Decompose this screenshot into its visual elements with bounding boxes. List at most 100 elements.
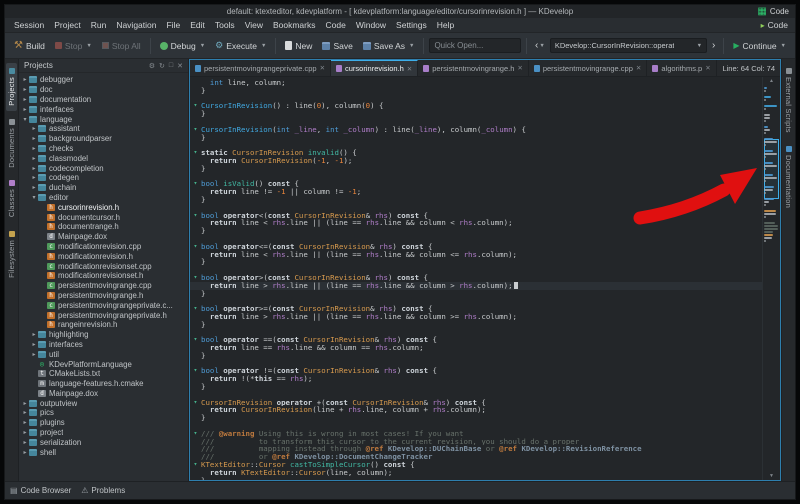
collapse-arrow-icon[interactable]: ▾	[21, 116, 29, 123]
code-line[interactable]: return line == rhs.line && column == rhs…	[190, 344, 762, 352]
code-line[interactable]: }	[190, 258, 762, 266]
code-line[interactable]: ▾ bool operator !=(const CursorInRevision…	[190, 367, 762, 375]
code-line[interactable]: return CursorInRevision(line + rhs.line,…	[190, 406, 762, 414]
tree-item[interactable]: c modificationrevisionset.cpp	[19, 261, 188, 271]
symbol-combobox[interactable]: KDevelop::CursorInRevision::operat ▼	[549, 38, 708, 53]
expand-arrow-icon[interactable]: ▸	[30, 174, 38, 181]
dock-tab-external-scripts[interactable]: External Scripts	[783, 63, 794, 138]
expand-arrow-icon[interactable]: ▸	[21, 400, 29, 407]
code-line[interactable]: return line != -1 || column != -1;	[190, 188, 762, 196]
code-line[interactable]	[190, 360, 762, 368]
code-line[interactable]	[190, 266, 762, 274]
tree-item[interactable]: h rangeinrevision.h	[19, 320, 188, 330]
menu-item-project[interactable]: Project	[49, 20, 85, 30]
code-line[interactable]: }	[190, 352, 762, 360]
close-tab-icon[interactable]: ✕	[320, 64, 325, 72]
tree-item[interactable]: ▾ language	[19, 114, 188, 124]
tree-item[interactable]: ▸ shell	[19, 447, 188, 457]
code-line[interactable]: int line, column;	[190, 79, 762, 87]
menu-item-session[interactable]: Session	[9, 20, 49, 30]
code-line[interactable]: }	[190, 196, 762, 204]
tree-item[interactable]: ▾ editor	[19, 193, 188, 203]
tree-item[interactable]: ▸ pics	[19, 408, 188, 418]
expand-arrow-icon[interactable]: ▸	[21, 106, 29, 113]
fold-arrow-icon[interactable]: ▾	[190, 125, 201, 134]
tree-item[interactable]: ▸ interfaces	[19, 340, 188, 350]
code-line[interactable]	[190, 297, 762, 305]
tree-item[interactable]: ▸ outputview	[19, 398, 188, 408]
close-tab-icon[interactable]: ✕	[636, 64, 641, 72]
code-line[interactable]: ▾ bool operator>(const CursorInRevision& …	[190, 273, 762, 282]
expand-arrow-icon[interactable]: ▸	[21, 429, 29, 436]
tree-item[interactable]: c persistentmovingrange.cpp	[19, 281, 188, 291]
code-line[interactable]: ▾ static CursorInRevision invalid() {	[190, 148, 762, 157]
tree-item[interactable]: ▸ duchain	[19, 183, 188, 193]
close-icon[interactable]: ✕	[177, 62, 183, 70]
tree-item[interactable]: t CMakeLists.txt	[19, 369, 188, 379]
code-line[interactable]: ▾ bool isValid() const {	[190, 180, 762, 188]
tree-item[interactable]: h cursorinrevision.h	[19, 202, 188, 212]
code-line[interactable]: ▾ bool operator<=(const CursorInRevision&…	[190, 242, 762, 251]
fold-arrow-icon[interactable]: ▾	[190, 398, 201, 407]
expand-arrow-icon[interactable]: ▸	[21, 449, 29, 456]
titlebar-area-switcher[interactable]: ▦ Code	[757, 5, 789, 18]
code-line[interactable]	[190, 235, 762, 243]
code-line[interactable]: ▾ CursorInRevision operator +(const Curso…	[190, 398, 762, 407]
new-button[interactable]: New	[281, 39, 316, 53]
close-tab-icon[interactable]: ✕	[407, 65, 412, 73]
tree-item[interactable]: ▸ project	[19, 428, 188, 438]
code-line[interactable]: }	[190, 321, 762, 329]
menu-item-run[interactable]: Run	[86, 20, 112, 30]
code-line[interactable]: return line < rhs.line || (line == rhs.l…	[190, 219, 762, 227]
navigate-forward-button[interactable]: ›	[709, 40, 718, 51]
code-line[interactable]: }	[190, 165, 762, 173]
menu-item-bookmarks[interactable]: Bookmarks	[268, 20, 321, 30]
code-line[interactable]: ▾ bool operator<(const CursorInRevision& …	[190, 211, 762, 220]
expand-arrow-icon[interactable]: ▸	[30, 184, 38, 191]
fold-arrow-icon[interactable]: ▾	[190, 335, 201, 344]
code-line[interactable]: return line < rhs.line || (line == rhs.l…	[190, 251, 762, 259]
navigate-back-button[interactable]: ‹ ▼	[532, 40, 548, 51]
titlebar[interactable]: default: ktexteditor, kdevplatform - [ k…	[5, 5, 795, 18]
detach-icon[interactable]: □	[169, 62, 173, 70]
expand-arrow-icon[interactable]: ▸	[30, 341, 38, 348]
stop-all-button[interactable]: Stop All	[98, 39, 145, 53]
tree-item[interactable]: h modificationrevision.h	[19, 251, 188, 261]
expand-arrow-icon[interactable]: ▸	[21, 96, 29, 103]
code-line[interactable]: }	[190, 110, 762, 118]
tree-item[interactable]: c persistentmovingrangeprivate.c...	[19, 300, 188, 310]
editor-tab[interactable]: cursorinrevision.h ✕	[331, 60, 419, 76]
code-line[interactable]: ▾/// @warning Using this is wrong in mos…	[190, 429, 762, 438]
code-area[interactable]: int line, column;} ▾ CursorInRevision() : …	[190, 77, 762, 480]
close-tab-icon[interactable]: ✕	[705, 64, 710, 72]
scroll-down-icon[interactable]: ▼	[769, 472, 774, 480]
code-line[interactable]: return KTextEditor::Cursor(line, column)…	[190, 469, 762, 477]
menu-item-navigation[interactable]: Navigation	[111, 20, 161, 30]
code-line[interactable]	[190, 329, 762, 337]
fold-arrow-icon[interactable]: ▾	[190, 242, 201, 251]
menu-item-window[interactable]: Window	[351, 20, 391, 30]
dock-tab-filesystem[interactable]: Filesystem	[6, 226, 17, 283]
dock-tab-projects[interactable]: Projects	[6, 63, 17, 111]
code-line[interactable]: }	[190, 134, 762, 142]
quick-open-input[interactable]: Quick Open...	[429, 38, 522, 53]
fold-arrow-icon[interactable]: ▾	[190, 304, 201, 313]
code-line[interactable]	[190, 95, 762, 103]
code-line[interactable]: }	[190, 227, 762, 235]
tree-item[interactable]: d Mainpage.dox	[19, 232, 188, 242]
code-line[interactable]: ▾ KTextEditor::Cursor castToSimpleCursor(…	[190, 460, 762, 469]
continue-button[interactable]: ▶ Continue ▼	[729, 39, 790, 53]
expand-arrow-icon[interactable]: ▸	[30, 155, 38, 162]
menu-item-tools[interactable]: Tools	[210, 20, 240, 30]
code-line[interactable]	[190, 141, 762, 149]
minimap[interactable]	[764, 85, 779, 472]
code-line[interactable]	[190, 118, 762, 126]
code-line[interactable]: }	[190, 87, 762, 95]
code-line[interactable]: /// mapping instead through @ref KDevelo…	[190, 445, 762, 453]
dock-tab-classes[interactable]: Classes	[6, 175, 17, 222]
menubar-code-mode[interactable]: ▸ Code	[761, 20, 791, 30]
tree-item[interactable]: d Mainpage.dox	[19, 389, 188, 399]
tree-item[interactable]: h persistentmovingrange.h	[19, 291, 188, 301]
code-line[interactable]: ▾ CursorInRevision(int _line, int _column…	[190, 125, 762, 134]
tree-item[interactable]: h modificationrevisionset.h	[19, 271, 188, 281]
